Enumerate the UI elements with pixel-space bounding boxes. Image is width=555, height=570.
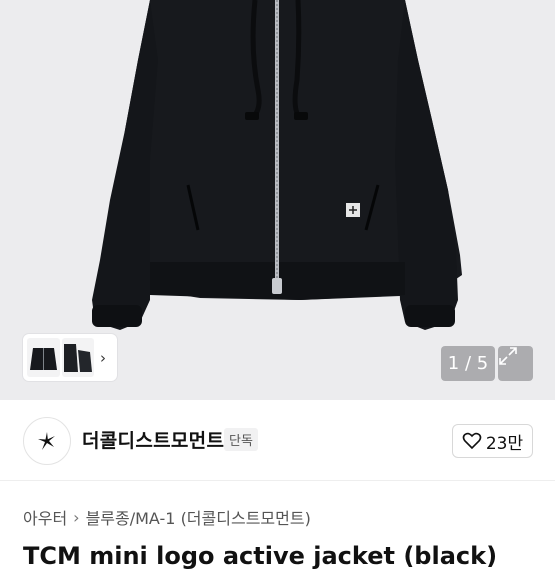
like-button[interactable]: 23만 [452,424,533,458]
expand-button[interactable] [498,346,533,381]
star-logo-icon [38,432,55,450]
chevron-right-icon[interactable]: › [100,349,106,367]
heart-icon [462,432,482,450]
breadcrumb: 아우터 › 블루종/MA-1 (더콜디스트모먼트) [23,505,311,529]
seller-name[interactable]: 더콜디스트모먼트 [82,426,224,453]
breadcrumb-category[interactable]: 아우터 [23,505,67,529]
thumbnail-strip[interactable]: › [23,334,117,381]
product-title: TCM mini logo active jacket (black) [23,542,498,570]
thumbnail-1[interactable] [27,338,60,377]
seller-avatar[interactable] [23,417,71,465]
breadcrumb-subcategory[interactable]: 블루종/MA-1 (더콜디스트모먼트) [86,505,311,529]
like-count: 23만 [485,433,524,454]
chevron-right-icon: › [73,507,80,527]
expand-icon [499,347,517,365]
product-image[interactable]: › 1 / 5 [0,0,555,400]
thumbnail-2[interactable] [62,338,94,377]
image-counter: 1 / 5 [441,346,495,381]
exclusive-badge: 단독 [224,428,258,451]
